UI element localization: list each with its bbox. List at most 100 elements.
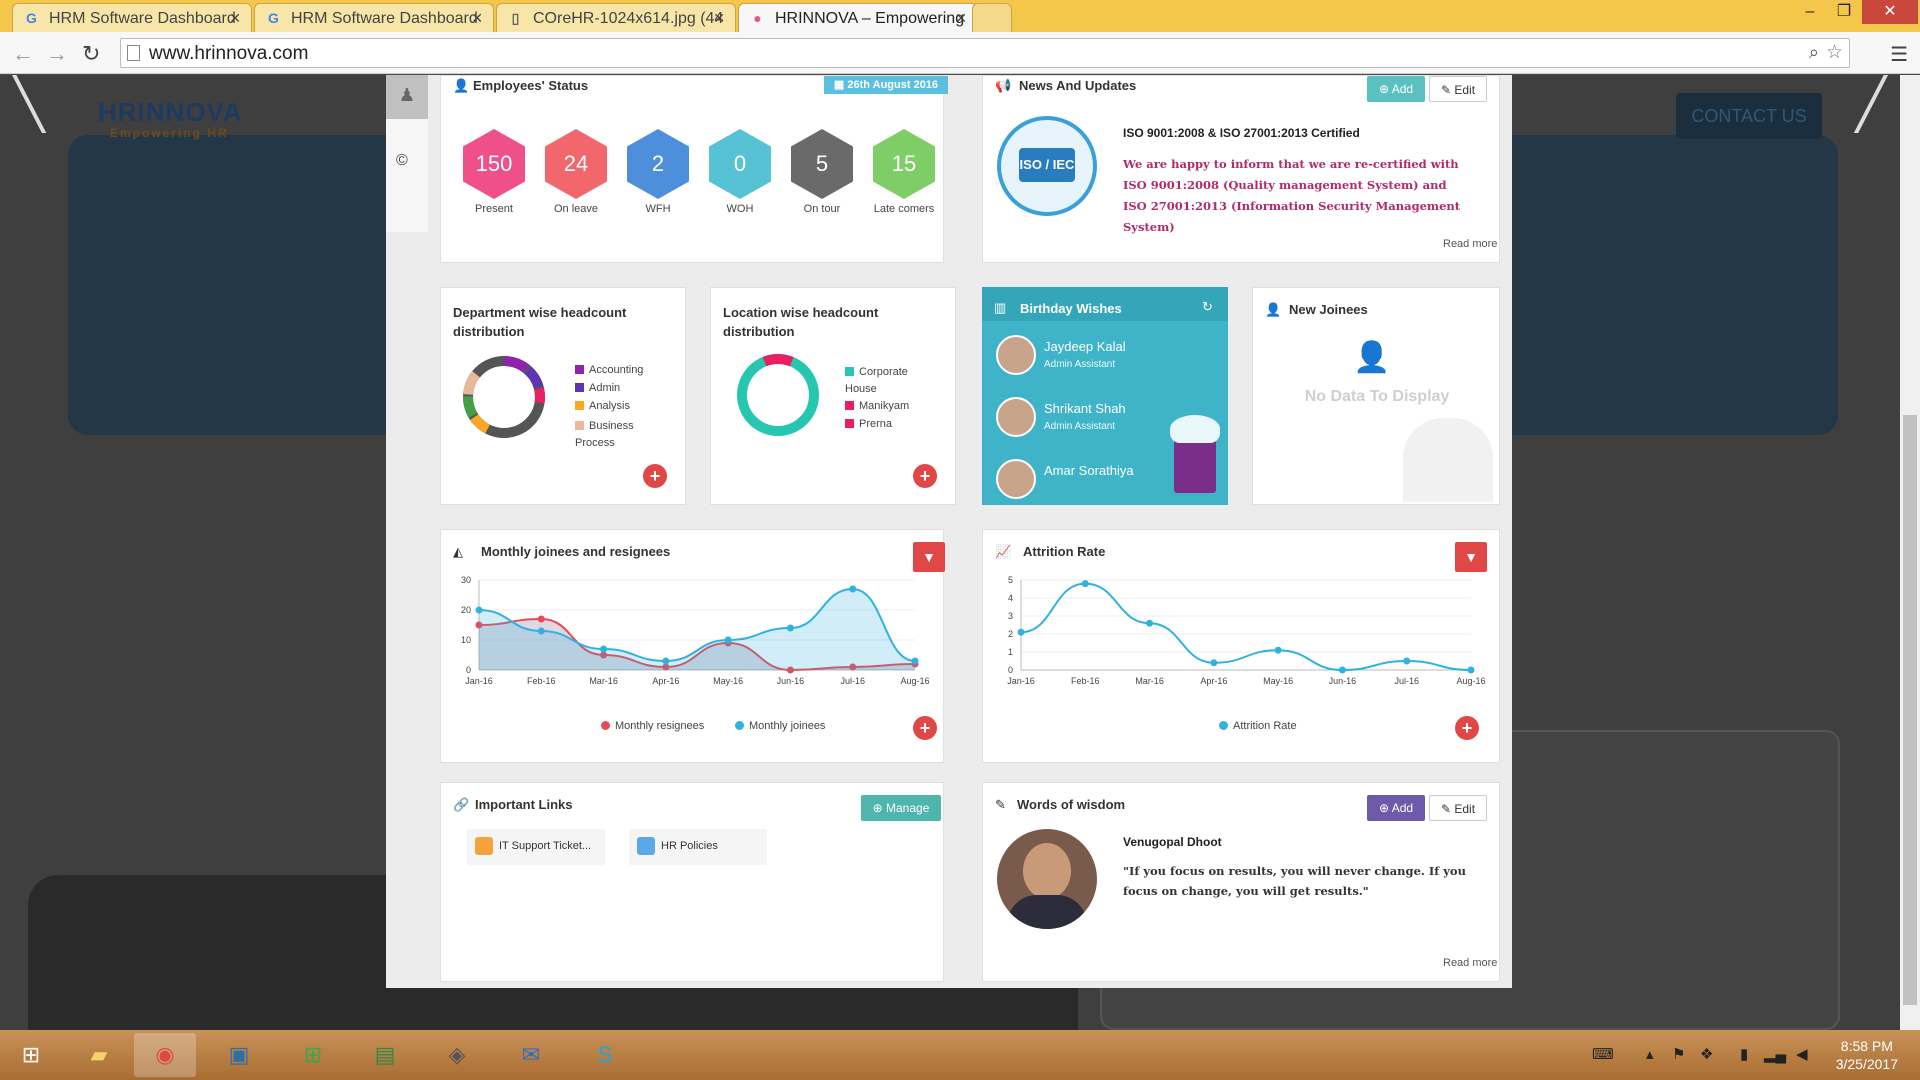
new-tab-button[interactable] (972, 3, 1012, 32)
reload-icon[interactable]: ↻ (82, 41, 100, 67)
windows-start-icon[interactable]: ⊞ (0, 1033, 62, 1077)
legend-label: Attrition Rate (1233, 720, 1297, 732)
windows-taskbar: ⊞ ▰ ◉ ▣ ⊞ ▤ ◈ ✉ S ⌨ ▴ ⚑ ❖ ▮ ▂▄ ◀ 8:58 PM… (0, 1030, 1920, 1080)
legend-swatch (1219, 721, 1228, 730)
read-more-link[interactable]: Read more (1443, 957, 1497, 969)
read-more-link[interactable]: Read more (1443, 238, 1497, 250)
link-it-support[interactable]: IT Support Ticket... (467, 829, 605, 865)
chrome-icon[interactable]: ◉ (134, 1033, 196, 1077)
scrollbar-thumb[interactable] (1903, 415, 1917, 1005)
expand-plus-button[interactable]: + (643, 464, 667, 488)
close-tab-icon[interactable]: ✕ (713, 10, 725, 27)
edit-quote-button[interactable]: ✎ Edit (1429, 795, 1487, 821)
woh-count[interactable]: 0 (709, 129, 771, 199)
url-input[interactable]: www.hrinnova.com ⌕ ☆ (120, 38, 1850, 68)
system-clock[interactable]: 8:58 PM 3/25/2017 (1836, 1037, 1898, 1073)
news-headline: ISO 9001:2008 & ISO 27001:2013 Certified (1123, 126, 1360, 140)
flag-icon[interactable]: ⚑ (1672, 1045, 1685, 1063)
signal-icon[interactable]: ▂▄ (1764, 1045, 1786, 1063)
legend-label: Corporate House (845, 366, 908, 395)
quote-text: "If you focus on results, you will never… (1123, 864, 1466, 898)
back-icon[interactable]: ← (12, 41, 34, 67)
filter-button[interactable]: ▼ (1455, 542, 1487, 572)
bookmark-star-icon[interactable]: ☆ (1826, 41, 1843, 64)
add-news-button[interactable]: ⊕ Add (1367, 76, 1425, 102)
document-icon: ▯ (511, 10, 520, 26)
data-point (1274, 646, 1282, 654)
excel-icon[interactable]: ▤ (354, 1033, 416, 1077)
legend-label: Analysis (589, 400, 630, 412)
x-tick-label: Jan-16 (1007, 676, 1035, 686)
add-user-icon: 👤 (1353, 341, 1391, 374)
store-icon[interactable]: ⊞ (282, 1033, 344, 1077)
close-tab-icon[interactable]: ✕ (471, 10, 483, 27)
wfh-count[interactable]: 2 (627, 129, 689, 199)
x-tick-label: Apr-16 (652, 676, 679, 686)
file-explorer-icon[interactable]: ▰ (68, 1033, 130, 1077)
mail-icon[interactable]: ✉ (500, 1033, 562, 1077)
close-tab-icon[interactable]: ✕ (229, 10, 241, 27)
slider-prev-icon[interactable]: ╲ (14, 75, 44, 133)
page-scrollbar[interactable] (1900, 75, 1920, 1030)
y-tick-label: 10 (461, 635, 471, 645)
birthday-person-role: Admin Assistant (1044, 359, 1116, 370)
present-count[interactable]: 150 (463, 129, 525, 199)
button-label: Edit (1454, 83, 1476, 97)
link-icon: 🔗 (453, 797, 470, 812)
browser-tab-active[interactable]: ● HRINNOVA – Empowering ✕ (738, 3, 978, 32)
edit-news-button[interactable]: ✎ Edit (1429, 76, 1487, 102)
volume-icon[interactable]: ◀ (1796, 1045, 1808, 1063)
document-icon (637, 837, 655, 855)
panel-title: Department wise headcount distribution (453, 305, 627, 339)
department-donut-chart (463, 356, 545, 438)
status-label: Late comers (873, 203, 935, 215)
panel-title: Monthly joinees and resignees (481, 544, 671, 559)
clock-time: 8:58 PM (1840, 1038, 1893, 1054)
filter-button[interactable]: ▼ (913, 542, 945, 572)
legend-swatch (575, 383, 584, 392)
contact-us-button[interactable]: CONTACT US (1676, 93, 1822, 139)
area-chart-icon: ◭ (453, 544, 463, 559)
app-icon[interactable]: ▣ (208, 1033, 270, 1077)
y-tick-label: 30 (461, 575, 471, 585)
site-logo[interactable]: HRINNOVA (98, 97, 243, 128)
skype-icon[interactable]: S (574, 1033, 636, 1077)
browser-tab[interactable]: G HRM Software Dashboard ✕ (254, 3, 494, 32)
link-hr-policies[interactable]: HR Policies (629, 829, 767, 865)
dropbox-icon[interactable]: ❖ (1700, 1045, 1713, 1063)
tray-expand-icon[interactable]: ▴ (1646, 1045, 1654, 1063)
megaphone-icon: 📢 (995, 78, 1012, 93)
on-tour-count[interactable]: 5 (791, 129, 853, 199)
expand-plus-button[interactable]: + (913, 716, 937, 740)
series-line (1020, 582, 1472, 672)
battery-icon[interactable]: ▮ (1740, 1045, 1748, 1063)
clock-date: 3/25/2017 (1835, 1056, 1898, 1072)
legend-swatch (845, 401, 854, 410)
slider-next-icon[interactable]: ╱ (1856, 75, 1886, 133)
y-tick-label: 3 (1008, 611, 1013, 621)
expand-plus-button[interactable]: + (913, 464, 937, 488)
employees-status-panel: 👤 Employees' Status ▦ 26th August 2016 1… (440, 75, 948, 263)
restore-icon[interactable]: ❐ (1822, 0, 1866, 24)
manage-links-button[interactable]: ⊕ Manage (861, 795, 941, 821)
forward-icon[interactable]: → (46, 41, 68, 67)
zoom-icon[interactable]: ⌕ (1809, 42, 1819, 63)
tab-title: COreHR-1024x614.jpg (44 (533, 10, 724, 27)
expand-plus-button[interactable]: + (1455, 716, 1479, 740)
legend-swatch (575, 421, 584, 430)
words-of-wisdom-panel: ✎ Words of wisdom ⊕ Add ✎ Edit Venugopal… (982, 782, 1500, 982)
close-window-icon[interactable]: ✕ (1862, 0, 1918, 24)
late-comers-count[interactable]: 15 (873, 129, 935, 199)
user-icon[interactable]: ♟ (386, 75, 428, 119)
browser-tab[interactable]: ▯ COreHR-1024x614.jpg (44 ✕ (496, 3, 736, 32)
birthday-person-name: Amar Sorathiya (1044, 463, 1134, 478)
close-tab-icon[interactable]: ✕ (955, 10, 967, 27)
app-icon[interactable]: ◈ (426, 1033, 488, 1077)
refresh-icon[interactable]: ↻ (1202, 299, 1213, 315)
browser-tab[interactable]: G HRM Software Dashboard ✕ (12, 3, 252, 32)
add-quote-button[interactable]: ⊕ Add (1367, 795, 1425, 821)
chrome-menu-icon[interactable]: ☰ (1890, 42, 1908, 67)
on-leave-count[interactable]: 24 (545, 129, 607, 199)
legend-swatch (845, 419, 854, 428)
keyboard-icon[interactable]: ⌨ (1592, 1045, 1614, 1063)
